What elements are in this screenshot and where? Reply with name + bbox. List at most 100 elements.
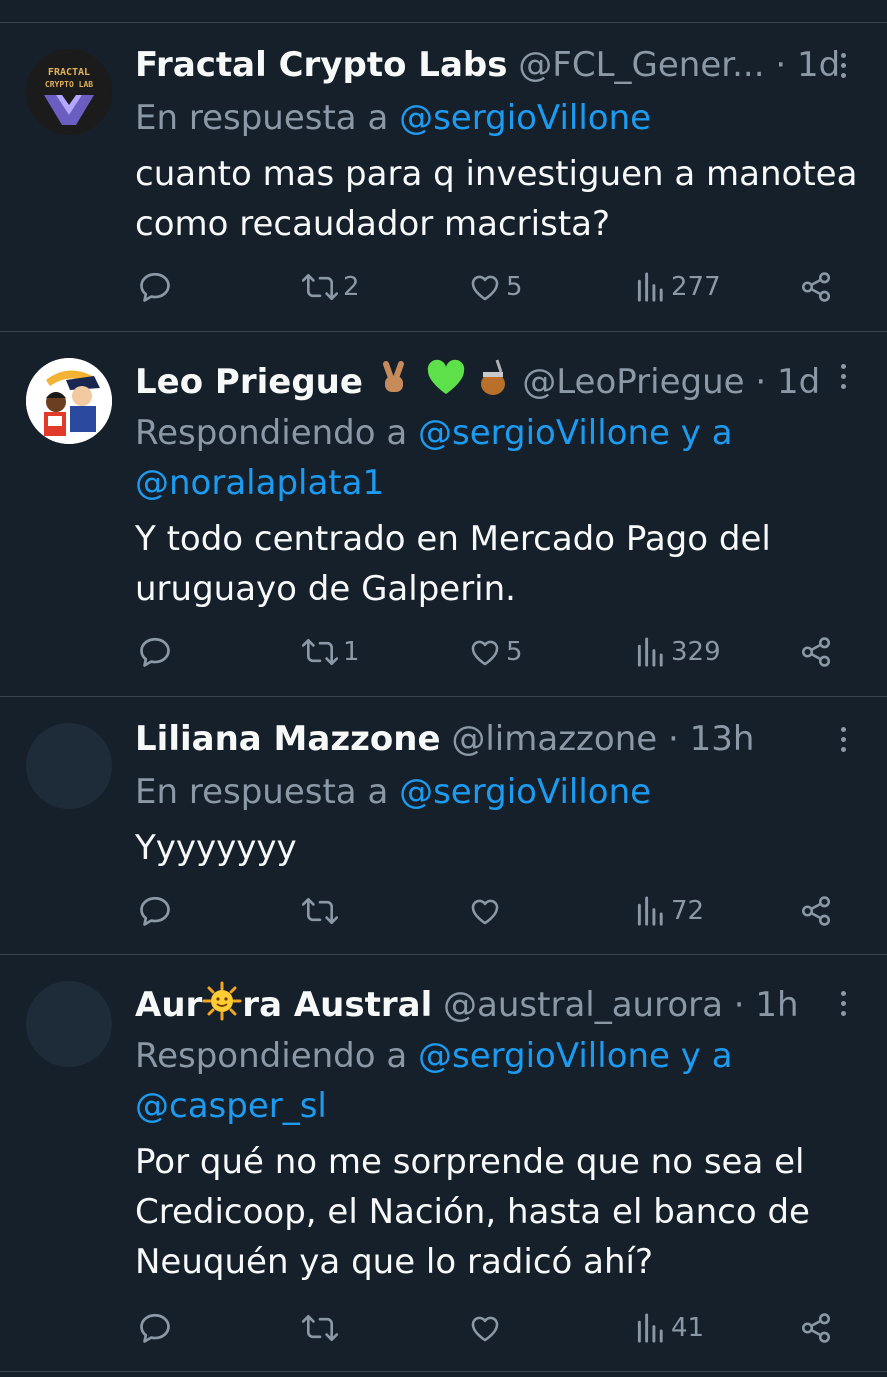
- reply-mention[interactable]: @sergioVillone: [399, 98, 651, 138]
- avatar-fractal[interactable]: FRACTAL CRYPTO LAB: [26, 49, 112, 135]
- views-button[interactable]: 329: [635, 634, 721, 670]
- like-button[interactable]: [468, 893, 506, 929]
- retweet-icon: [301, 638, 339, 666]
- share-button[interactable]: [799, 634, 833, 670]
- heart-icon: [471, 640, 499, 666]
- author-name[interactable]: Liliana Mazzone: [135, 719, 441, 759]
- retweet-button[interactable]: [301, 893, 343, 929]
- tweet-text-line: Credicoop, el Nación, hasta el banco de: [135, 1192, 810, 1232]
- reply-icon: [140, 272, 170, 302]
- fractal-logo-icon: FRACTAL CRYPTO LAB: [26, 49, 112, 135]
- author-handle[interactable]: @austral_aurora: [443, 985, 723, 1025]
- victory-hand-icon: [374, 358, 414, 409]
- tweet-text-line: uruguayo de Galperin.: [135, 569, 516, 609]
- timestamp[interactable]: · 1d: [755, 362, 820, 402]
- reply-button[interactable]: [137, 893, 173, 929]
- views-icon: [637, 1313, 663, 1343]
- mate-icon: [477, 358, 511, 409]
- reply-mention[interactable]: @sergioVillone y a: [418, 1036, 733, 1076]
- sun-face-icon: [202, 981, 242, 1032]
- tweet-text-line: cuanto mas para q investiguen a manotea: [135, 154, 858, 194]
- like-button[interactable]: [468, 1310, 506, 1346]
- reply-button[interactable]: [137, 1310, 173, 1346]
- avatar-liliana[interactable]: [26, 723, 112, 809]
- tweet-text-line: como recaudador macrista?: [135, 204, 611, 244]
- reply-mention[interactable]: @sergioVillone y a: [418, 413, 733, 453]
- reply-context: Respondiendo a @sergioVillone y a: [135, 408, 733, 458]
- share-icon: [801, 1313, 831, 1343]
- author-handle[interactable]: @LeoPriegue: [522, 362, 744, 402]
- views-button[interactable]: 72: [635, 893, 704, 929]
- more-icon[interactable]: [828, 356, 858, 396]
- like-button[interactable]: 5: [468, 634, 523, 670]
- retweet-count: 2: [343, 272, 360, 302]
- author-handle[interactable]: @limazzone: [451, 719, 657, 759]
- author-name[interactable]: Fractal Crypto Labs: [135, 45, 507, 85]
- views-icon: [637, 272, 663, 302]
- views-icon: [637, 896, 663, 926]
- tweet-header: Fractal Crypto Labs @FCL_Gener... · 1d: [135, 43, 840, 87]
- tweet-text: Y todo centrado en Mercado Pago del urug…: [135, 514, 865, 614]
- heart-icon: [471, 275, 499, 301]
- reply-context: Respondiendo a @sergioVillone y a: [135, 1031, 733, 1081]
- heart-icon: [471, 899, 499, 925]
- like-count: 5: [506, 637, 523, 667]
- tweet-liliana[interactable]: Liliana Mazzone @limazzone · 13h En resp…: [0, 697, 887, 955]
- reply-mention[interactable]: @sergioVillone: [399, 772, 651, 812]
- reply-button[interactable]: [137, 269, 173, 305]
- retweet-icon: [301, 897, 339, 925]
- like-button[interactable]: 5: [468, 269, 523, 305]
- avatar-aurora[interactable]: [26, 981, 112, 1067]
- reply-prefix: Respondiendo a: [135, 413, 408, 453]
- author-handle[interactable]: @FCL_Gener...: [518, 45, 764, 85]
- avatar-leo[interactable]: [26, 358, 112, 444]
- view-count: 329: [671, 637, 721, 667]
- share-button[interactable]: [799, 1310, 833, 1346]
- tweet-aurora[interactable]: Aur ra Austral @austral_aurora · 1h Respo…: [0, 955, 887, 1372]
- reply-context: En respuesta a @sergioVillone: [135, 767, 651, 817]
- timestamp[interactable]: · 1h: [734, 985, 799, 1025]
- tweet-text-line: Y todo centrado en Mercado Pago del: [135, 519, 771, 559]
- tweet-text-line: Por qué no me sorprende que no sea el: [135, 1142, 805, 1182]
- author-name[interactable]: Leo Priegue: [135, 362, 363, 402]
- share-button[interactable]: [799, 893, 833, 929]
- share-icon: [801, 896, 831, 926]
- reply-mention-2[interactable]: @noralaplata1: [135, 463, 384, 503]
- retweet-count: 1: [343, 637, 360, 667]
- reply-icon: [140, 896, 170, 926]
- retweet-icon: [301, 273, 339, 301]
- heart-icon: [471, 1316, 499, 1342]
- reply-button[interactable]: [137, 634, 173, 670]
- views-icon: [637, 637, 663, 667]
- share-button[interactable]: [799, 269, 833, 305]
- tweet-fractal[interactable]: FRACTAL CRYPTO LAB Fractal Crypto Labs @…: [0, 23, 887, 332]
- views-button[interactable]: 277: [635, 269, 721, 305]
- retweet-button[interactable]: [301, 1310, 343, 1346]
- reply-context-line2: @casper_sl: [135, 1081, 327, 1131]
- view-count: 41: [671, 1313, 705, 1343]
- reply-mention-2[interactable]: @casper_sl: [135, 1086, 327, 1126]
- like-count: 5: [506, 272, 523, 302]
- more-icon[interactable]: [828, 45, 858, 85]
- more-icon[interactable]: [828, 983, 858, 1023]
- view-count: 277: [671, 272, 721, 302]
- reply-context: En respuesta a @sergioVillone: [135, 93, 651, 143]
- tweet-text: cuanto mas para q investiguen a manotea …: [135, 149, 865, 249]
- timestamp[interactable]: · 13h: [668, 719, 754, 759]
- tweet-leo[interactable]: Leo Priegue @LeoPriegue · 1d Respondiend…: [0, 332, 887, 697]
- tweet-text-line: Yyyyyyyy: [135, 828, 297, 868]
- retweet-icon: [301, 1314, 339, 1342]
- reply-context-line2: @noralaplata1: [135, 458, 384, 508]
- retweet-button[interactable]: 1: [301, 634, 360, 670]
- retweet-button[interactable]: 2: [301, 269, 360, 305]
- author-name-part2[interactable]: ra Austral: [242, 985, 432, 1025]
- reply-prefix: En respuesta a: [135, 772, 389, 812]
- tweet-text: Yyyyyyyy: [135, 823, 865, 873]
- reply-prefix: Respondiendo a: [135, 1036, 408, 1076]
- cartoon-avatar-icon: [26, 358, 112, 444]
- avatar-text-2: CRYPTO LAB: [45, 80, 93, 89]
- reply-icon: [140, 1313, 170, 1343]
- views-button[interactable]: 41: [635, 1310, 704, 1346]
- more-icon[interactable]: [828, 719, 858, 759]
- author-name-part1[interactable]: Aur: [135, 985, 202, 1025]
